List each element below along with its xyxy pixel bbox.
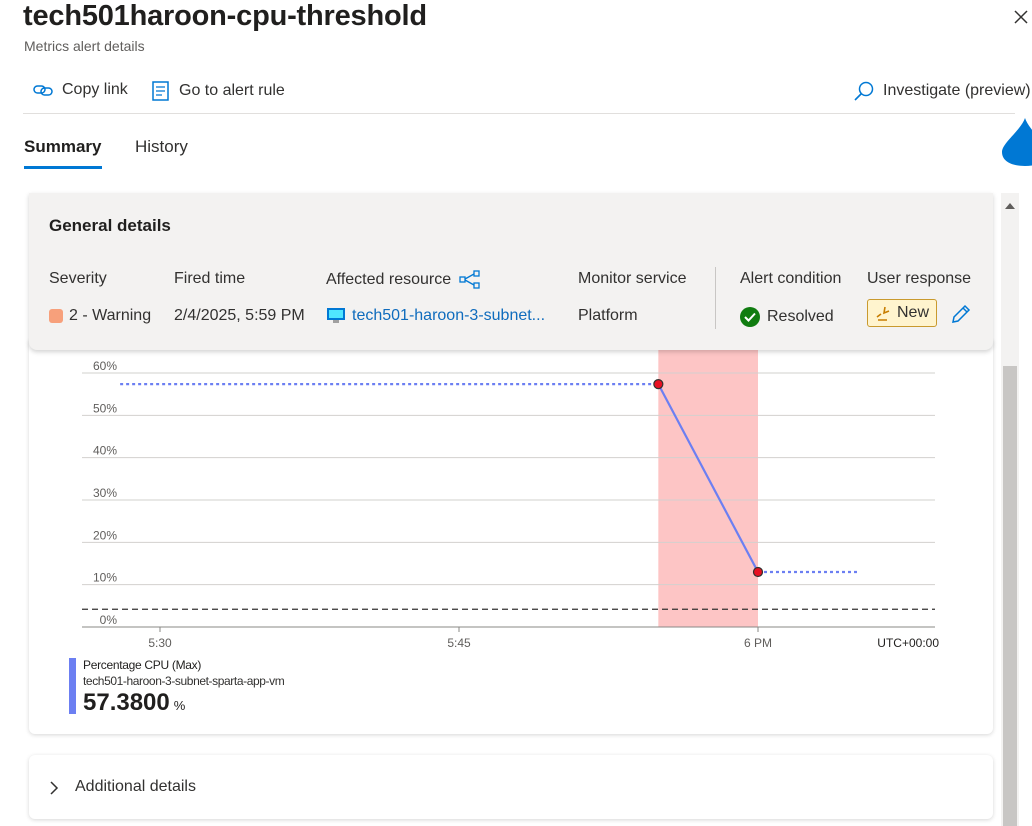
caret-up-icon — [1005, 203, 1015, 209]
legend-value-unit: % — [173, 698, 186, 713]
legend-value-number: 57.3800 — [83, 689, 170, 716]
y-tick-label: 60% — [93, 359, 117, 373]
y-tick-label: 30% — [93, 486, 117, 500]
affected-resource-label: Affected resource — [326, 271, 452, 288]
affected-resource-value[interactable]: tech501-haroon-3-subnet... — [326, 307, 545, 325]
droplet-icon — [1002, 118, 1032, 166]
severity-value: 2 - Warning — [49, 307, 151, 325]
check-circle-icon — [740, 307, 760, 327]
fired-time-label: Fired time — [174, 270, 246, 287]
x-tick-label: 6 PM — [744, 636, 772, 650]
monitor-service-value: Platform — [578, 307, 638, 324]
additional-details-label[interactable]: Additional details — [75, 778, 196, 796]
scroll-up-button[interactable] — [1004, 198, 1016, 216]
severity-icon — [49, 309, 63, 323]
legend-resource-name: tech501-haroon-3-subnet-sparta-app-vm — [83, 674, 285, 688]
expand-additional-details[interactable] — [48, 780, 60, 801]
share-icon[interactable] — [459, 270, 481, 290]
general-details-title: General details — [49, 216, 171, 235]
legend-value: 57.3800% — [83, 689, 185, 717]
scrollbar-thumb[interactable] — [1003, 366, 1017, 826]
y-tick-label: 40% — [93, 444, 117, 458]
timezone-label: UTC+00:00 — [877, 636, 939, 650]
y-tick-label: 0% — [100, 613, 118, 627]
pencil-icon — [952, 304, 971, 323]
close-icon — [1014, 10, 1028, 24]
data-point-marker — [653, 378, 664, 390]
alert-condition-value: Resolved — [740, 307, 834, 327]
user-response-text: New — [896, 304, 929, 321]
legend-metric-name: Percentage CPU (Max) — [83, 658, 202, 672]
x-tick-label: 5:45 — [447, 636, 471, 650]
alert-window-band — [658, 350, 758, 627]
affected-resource-link[interactable]: tech501-haroon-3-subnet... — [352, 307, 545, 325]
data-point-marker — [752, 566, 764, 578]
chevron-right-icon — [50, 781, 59, 795]
monitor-service-label: Monitor service — [578, 270, 687, 287]
y-tick-label: 10% — [93, 571, 117, 585]
alert-condition-text: Resolved — [767, 308, 834, 325]
affected-resource-header: Affected resource — [326, 270, 481, 290]
legend-color-bar — [69, 658, 76, 714]
fired-time-value: 2/4/2025, 5:59 PM — [174, 307, 305, 324]
user-response-badge[interactable]: New — [867, 299, 937, 327]
details-divider — [715, 267, 716, 329]
y-tick-label: 50% — [93, 401, 117, 415]
close-button[interactable] — [1010, 6, 1032, 28]
user-response-label: User response — [867, 270, 972, 287]
edit-response-button[interactable] — [950, 303, 972, 330]
feedback-droplet[interactable] — [1001, 118, 1032, 173]
severity-text: 2 - Warning — [69, 307, 152, 324]
severity-label: Severity — [49, 270, 107, 287]
virtual-machine-icon — [327, 308, 345, 323]
x-tick-label: 5:30 — [148, 636, 172, 650]
new-sparkle-icon — [876, 306, 890, 321]
alert-condition-label: Alert condition — [740, 270, 842, 287]
y-tick-label: 20% — [93, 528, 117, 542]
